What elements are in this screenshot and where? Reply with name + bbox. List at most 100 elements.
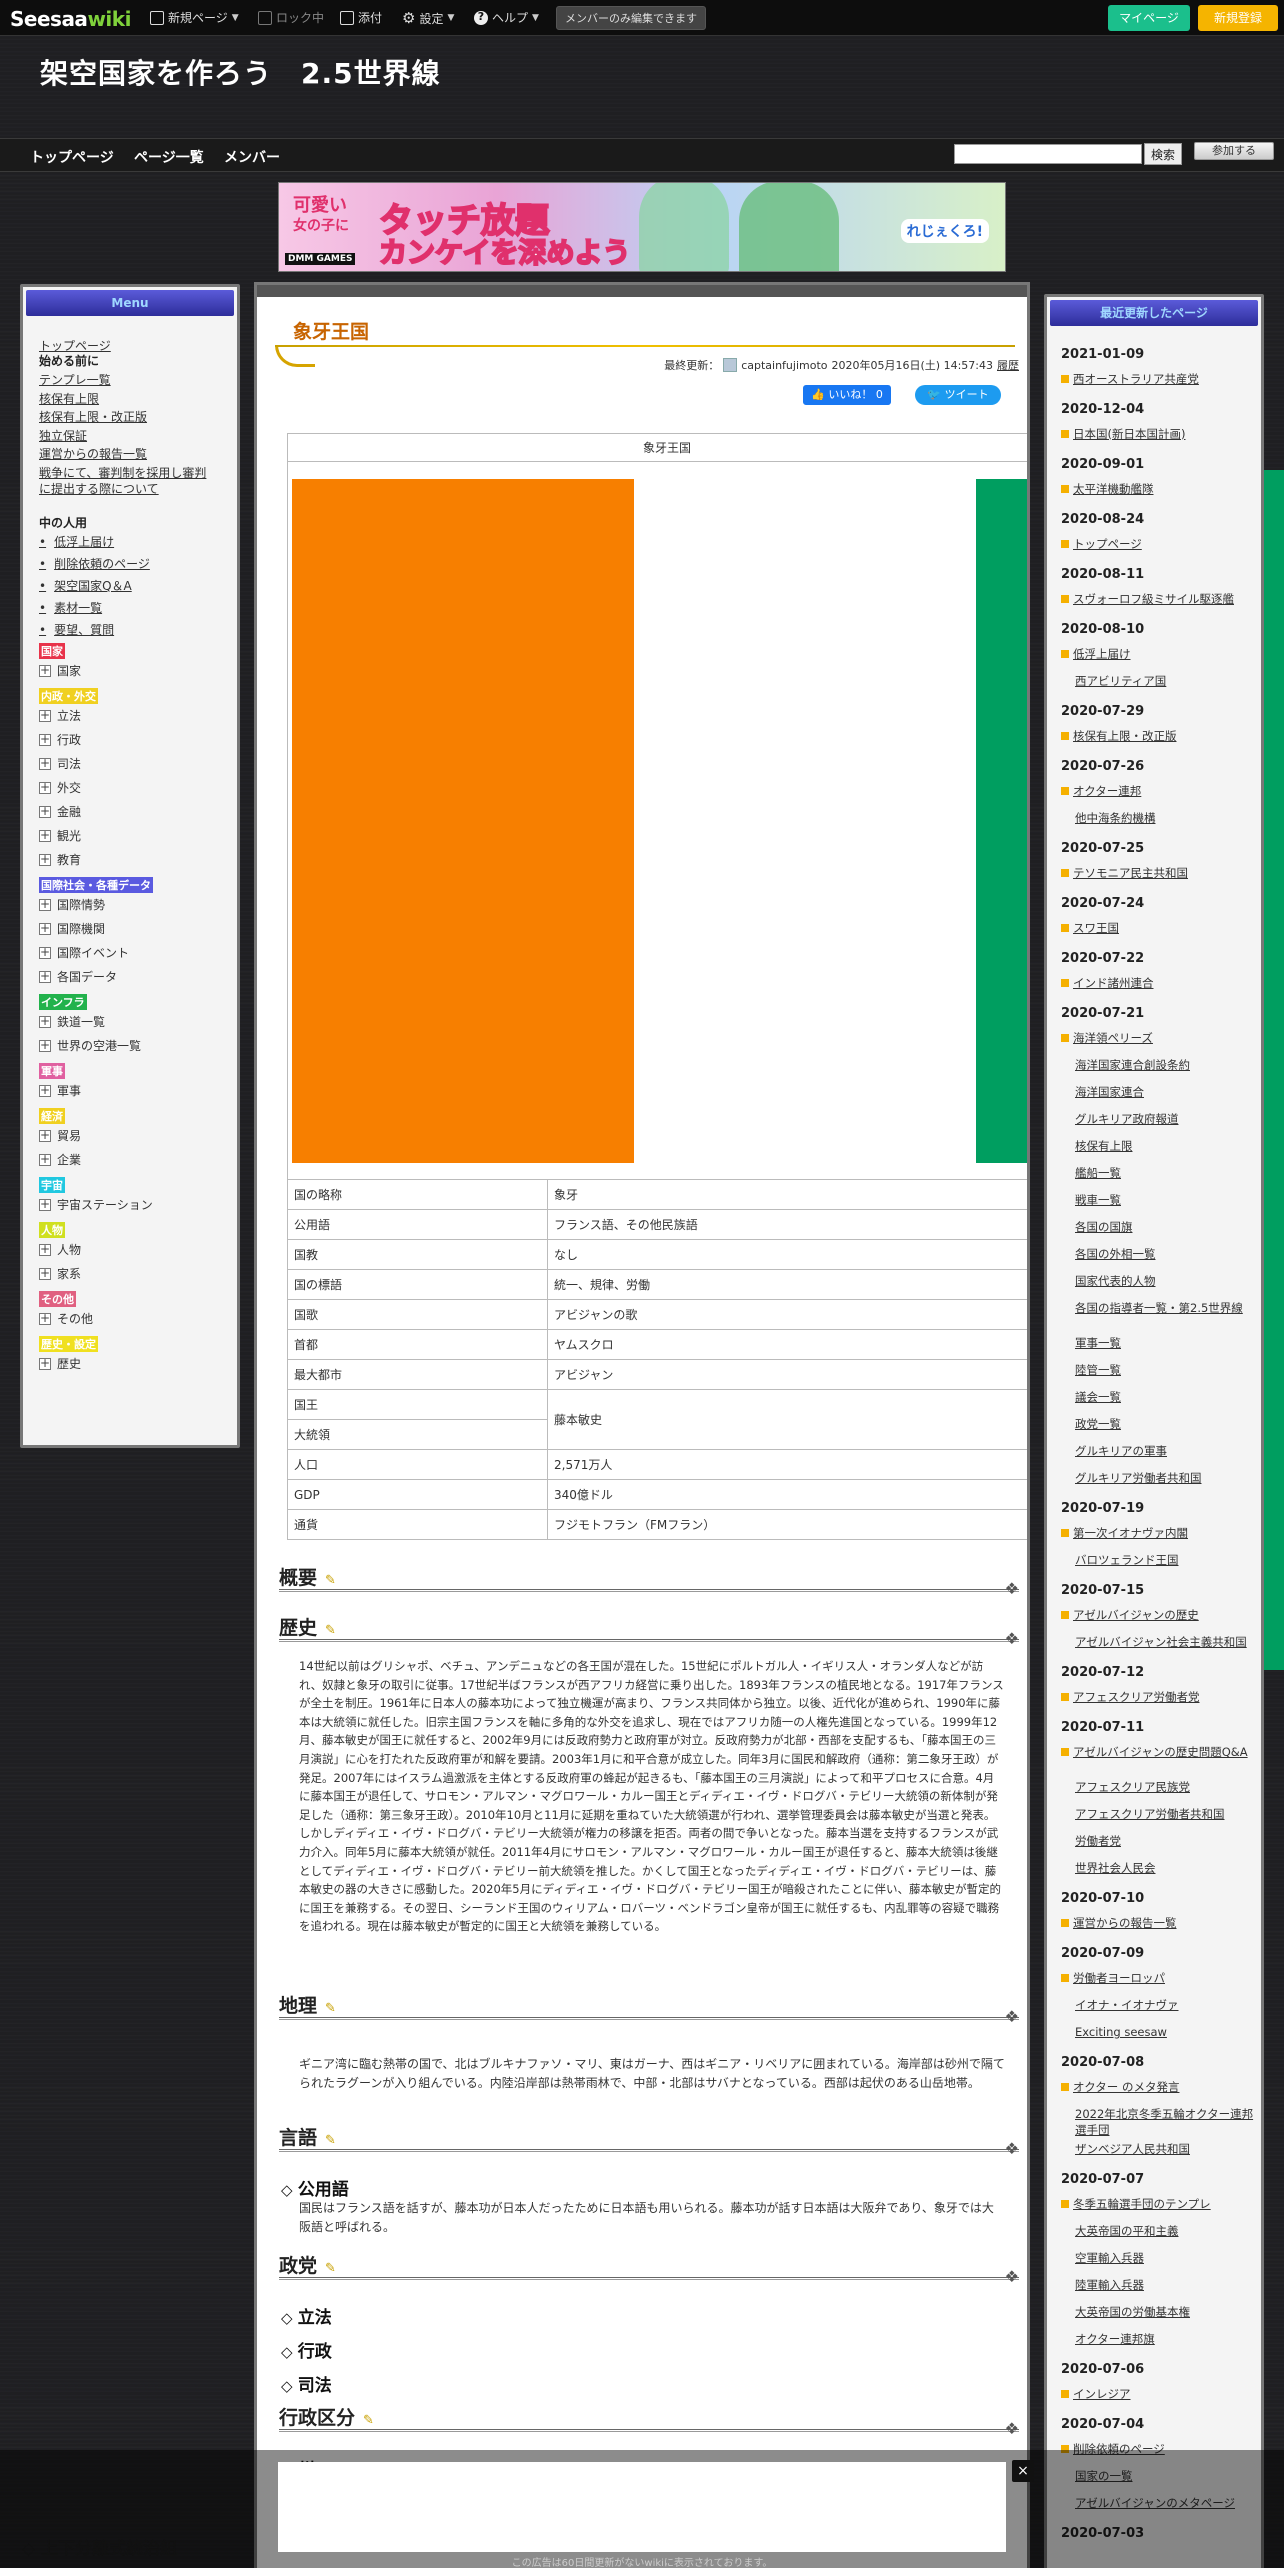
expand-plus-icon[interactable]: +: [39, 1039, 51, 1052]
expand-plus-icon[interactable]: +: [39, 664, 51, 677]
recent-page-link[interactable]: インレジア: [1061, 2386, 1255, 2402]
menu-tree-item[interactable]: + その他: [39, 1310, 93, 1327]
recent-page-link[interactable]: アゼルバイジャンの歴史: [1061, 1607, 1255, 1623]
search-input[interactable]: [954, 144, 1142, 164]
recent-page-link[interactable]: 陸管一覧: [1075, 1362, 1255, 1378]
expand-plus-icon[interactable]: +: [39, 1357, 51, 1370]
recent-page-link[interactable]: 労働者ヨーロッパ: [1061, 1970, 1255, 1986]
expand-plus-icon[interactable]: +: [39, 781, 51, 794]
recent-page-link[interactable]: 陸軍輸入兵器: [1075, 2277, 1255, 2293]
recent-page-link[interactable]: バロツェランド王国: [1075, 1552, 1255, 1568]
recent-page-link[interactable]: アゼルバイジャン社会主義共和国: [1075, 1634, 1255, 1650]
menu-tree-item[interactable]: + 家系: [39, 1265, 81, 1282]
menu-link[interactable]: 運営からの報告一覧: [39, 445, 147, 462]
recent-page-link[interactable]: Exciting seesaw: [1075, 2024, 1255, 2040]
recent-page-link[interactable]: 低浮上届け: [1061, 646, 1255, 662]
menu-tree-item[interactable]: + 外交: [39, 779, 81, 796]
menu-bullet-link[interactable]: 削除依頼のページ: [39, 555, 150, 572]
recent-page-link[interactable]: グルキリアの軍事: [1075, 1443, 1255, 1459]
menu-tree-item[interactable]: + 各国データ: [39, 968, 117, 985]
menu-tree-item[interactable]: + 行政: [39, 731, 81, 748]
menu-tree-item[interactable]: + 国家: [39, 662, 81, 679]
menu-link[interactable]: 核保有上限: [39, 390, 99, 407]
recent-page-link[interactable]: 2022年北京冬季五輪オクター連邦選手団: [1075, 2106, 1255, 2138]
expand-plus-icon[interactable]: +: [39, 709, 51, 722]
recent-page-link[interactable]: トップページ: [1061, 536, 1255, 552]
menu-tree-item[interactable]: + 金融: [39, 803, 81, 820]
menu-link[interactable]: 独立保証: [39, 427, 87, 444]
recent-page-link[interactable]: 第一次イオナヴァ内閣: [1061, 1525, 1255, 1541]
seesaa-wiki-logo[interactable]: Seesaawiki: [10, 7, 131, 31]
recent-page-link[interactable]: 議会一覧: [1075, 1389, 1255, 1405]
new-page-menu[interactable]: 新規ページ ▼: [150, 9, 239, 26]
recent-page-link[interactable]: スワ王国: [1061, 920, 1255, 936]
menu-bullet-link[interactable]: 低浮上届け: [39, 533, 114, 550]
recent-page-link[interactable]: オクター連邦: [1061, 783, 1255, 799]
nav-members[interactable]: メンバー: [224, 147, 280, 167]
last-update-user[interactable]: captainfujimoto: [741, 359, 827, 372]
recent-page-link[interactable]: 海洋国家連合創設条約: [1075, 1057, 1255, 1073]
recent-page-link[interactable]: 各国の外相一覧: [1075, 1246, 1255, 1262]
menu-tree-item[interactable]: + 教育: [39, 851, 81, 868]
recent-page-link[interactable]: オクター連邦旗: [1075, 2331, 1255, 2347]
recent-page-link[interactable]: 政党一覧: [1075, 1416, 1255, 1432]
menu-tree-item[interactable]: + 立法: [39, 707, 81, 724]
menu-tree-item[interactable]: + 貿易: [39, 1127, 81, 1144]
edit-pencil-icon[interactable]: ✎: [325, 2261, 337, 2276]
menu-tree-item[interactable]: + 国際機関: [39, 920, 105, 937]
recent-page-link[interactable]: 労働者党: [1075, 1833, 1255, 1849]
recent-page-link[interactable]: グルキリア政府報道: [1075, 1111, 1255, 1127]
expand-plus-icon[interactable]: +: [39, 1312, 51, 1325]
recent-page-link[interactable]: 核保有上限: [1075, 1138, 1255, 1154]
recent-page-link[interactable]: ザンベジア人民共和国: [1075, 2141, 1255, 2157]
expand-plus-icon[interactable]: +: [39, 853, 51, 866]
menu-link[interactable]: に提出する際について: [39, 480, 159, 497]
recent-page-link[interactable]: アフェスクリア労働者党: [1061, 1689, 1255, 1705]
menu-bullet-link[interactable]: 要望、質問: [39, 621, 114, 638]
recent-page-link[interactable]: 西アビリティア国: [1075, 673, 1255, 689]
menu-tree-item[interactable]: + 鉄道一覧: [39, 1013, 105, 1030]
menu-tree-item[interactable]: + 企業: [39, 1151, 81, 1168]
recent-page-link[interactable]: 運営からの報告一覧: [1061, 1915, 1255, 1931]
recent-page-link[interactable]: 国家代表的人物: [1075, 1273, 1255, 1289]
edit-pencil-icon[interactable]: ✎: [325, 2001, 337, 2016]
mypage-button[interactable]: マイページ: [1108, 5, 1190, 31]
register-button[interactable]: 新規登録: [1198, 5, 1278, 31]
recent-page-link[interactable]: 日本国(新日本国計画): [1061, 426, 1255, 442]
recent-page-link[interactable]: 艦船一覧: [1075, 1165, 1255, 1181]
expand-plus-icon[interactable]: +: [39, 1198, 51, 1211]
menu-link[interactable]: テンプレ一覧: [39, 371, 111, 388]
menu-tree-item[interactable]: + 歴史: [39, 1355, 81, 1372]
menu-tree-item[interactable]: + 軍事: [39, 1082, 81, 1099]
edit-pencil-icon[interactable]: ✎: [363, 2413, 375, 2428]
recent-page-link[interactable]: 空軍輸入兵器: [1075, 2250, 1255, 2266]
recent-page-link[interactable]: 戦車一覧: [1075, 1192, 1255, 1208]
recent-page-link[interactable]: テソモニア民主共和国: [1061, 865, 1255, 881]
recent-page-link[interactable]: 核保有上限・改正版: [1061, 728, 1255, 744]
expand-plus-icon[interactable]: +: [39, 757, 51, 770]
recent-page-link[interactable]: スヴォーロフ級ミサイル駆逐艦: [1061, 591, 1255, 607]
recent-page-link[interactable]: 他中海条約機構: [1075, 810, 1255, 826]
bottom-advertisement[interactable]: [278, 2462, 1006, 2552]
advertisement-banner[interactable]: 可愛い 女の子に タッチ放題 カンケイを深めよう DMM GAMES れじぇくろ…: [278, 182, 1006, 272]
expand-plus-icon[interactable]: +: [39, 1243, 51, 1256]
site-title[interactable]: 架空国家を作ろう 2.5世界線: [40, 52, 441, 92]
join-button[interactable]: 参加する: [1194, 142, 1274, 160]
recent-page-link[interactable]: 軍事一覧: [1075, 1335, 1255, 1351]
menu-tree-item[interactable]: + 国際イベント: [39, 944, 129, 961]
recent-page-link[interactable]: インド諸州連合: [1061, 975, 1255, 991]
expand-plus-icon[interactable]: +: [39, 1129, 51, 1142]
menu-link[interactable]: 核保有上限・改正版: [39, 408, 147, 425]
edit-pencil-icon[interactable]: ✎: [325, 2133, 337, 2148]
recent-page-link[interactable]: 大英帝国の労働基本権: [1075, 2304, 1255, 2320]
menu-tree-item[interactable]: + 司法: [39, 755, 81, 772]
expand-plus-icon[interactable]: +: [39, 1015, 51, 1028]
expand-plus-icon[interactable]: +: [39, 898, 51, 911]
recent-page-link[interactable]: 世界社会人民会: [1075, 1860, 1255, 1876]
close-icon[interactable]: ×: [1012, 2460, 1034, 2482]
expand-plus-icon[interactable]: +: [39, 1267, 51, 1280]
menu-tree-item[interactable]: + 世界の空港一覧: [39, 1037, 141, 1054]
menu-link[interactable]: 戦争にて、審判制を採用し審判: [39, 464, 206, 481]
edit-pencil-icon[interactable]: ✎: [325, 1573, 337, 1588]
menu-tree-item[interactable]: + 人物: [39, 1241, 81, 1258]
